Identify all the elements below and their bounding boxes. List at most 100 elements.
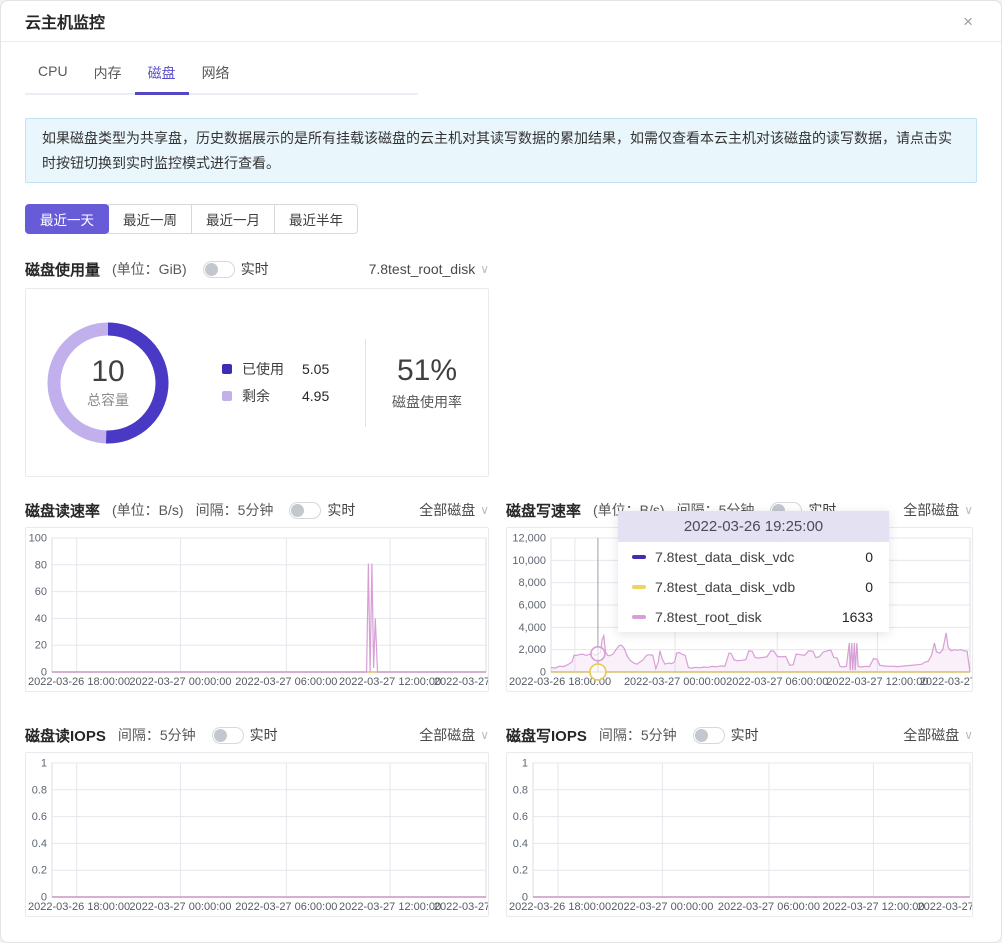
read-rate-chart-card: 0204060801002022-03-26 18:00:002022-03-2… — [25, 527, 489, 692]
svg-text:1: 1 — [522, 758, 528, 770]
disk-usage-card: 10 总容量 已使用 5.05 剩余 4.95 — [25, 288, 489, 477]
time-range-最近一天[interactable]: 最近一天 — [25, 204, 109, 234]
chevron-down-icon: ∨ — [480, 728, 489, 742]
series-marker — [632, 555, 646, 559]
svg-text:2022-03-27 12:00:00: 2022-03-27 12:00:00 — [822, 901, 924, 913]
svg-text:0.8: 0.8 — [513, 784, 528, 796]
realtime-label: 实时 — [241, 259, 269, 279]
svg-text:0.6: 0.6 — [513, 811, 528, 823]
realtime-toggle[interactable] — [203, 261, 235, 278]
svg-text:2022-03-27 1: 2022-03-27 1 — [434, 676, 488, 688]
svg-text:2,000: 2,000 — [518, 644, 546, 656]
svg-text:12,000: 12,000 — [512, 533, 546, 545]
read-rate-chart: 0204060801002022-03-26 18:00:002022-03-2… — [26, 528, 488, 691]
donut-total-label: 总容量 — [87, 390, 129, 410]
write-iops-chart-card: 00.20.40.60.812022-03-26 18:00:002022-03… — [506, 752, 973, 917]
svg-text:100: 100 — [29, 533, 47, 545]
disk-usage-title: 磁盘使用量 — [25, 259, 100, 280]
legend-free-row: 剩余 4.95 — [222, 386, 329, 406]
svg-text:2022-03-26 18:00:00: 2022-03-26 18:00:00 — [509, 901, 611, 913]
tooltip-row: 7.8test_root_disk1633 — [618, 602, 889, 632]
tab-磁盘[interactable]: 磁盘 — [135, 63, 189, 95]
disk-usage-donut: 10 总容量 — [42, 317, 174, 449]
time-range-最近一月[interactable]: 最近一月 — [191, 204, 275, 234]
svg-text:0.4: 0.4 — [513, 838, 528, 850]
time-range-最近一周[interactable]: 最近一周 — [108, 204, 192, 234]
disk-selector[interactable]: 全部磁盘 ∨ — [419, 500, 489, 520]
svg-text:20: 20 — [35, 640, 47, 652]
read-iops-chart: 00.20.40.60.812022-03-26 18:00:002022-03… — [26, 753, 488, 916]
disk-selector[interactable]: 全部磁盘 ∨ — [419, 725, 489, 745]
disk-usage-header: 磁盘使用量 (单位：GiB) 实时 7.8test_root_disk ∨ — [25, 258, 489, 280]
svg-text:2022-03-26 18:00:00: 2022-03-26 18:00:00 — [28, 901, 130, 913]
svg-text:80: 80 — [35, 559, 47, 571]
usage-percent-label: 磁盘使用率 — [366, 392, 488, 412]
svg-text:2022-03-27 00:00:00: 2022-03-27 00:00:00 — [611, 901, 713, 913]
svg-text:2022-03-27 1: 2022-03-27 1 — [434, 901, 488, 913]
tab-CPU[interactable]: CPU — [25, 63, 81, 95]
svg-text:2022-03-27 12:00:00: 2022-03-27 12:00:00 — [826, 676, 928, 688]
donut-total-value: 10 — [91, 355, 124, 388]
dialog-title: 云主机监控 — [25, 9, 105, 33]
svg-text:2022-03-27 12:00:00: 2022-03-27 12:00:00 — [339, 676, 441, 688]
svg-text:2022-03-27 00:00:00: 2022-03-27 00:00:00 — [129, 901, 231, 913]
time-range-最近半年[interactable]: 最近半年 — [274, 204, 358, 234]
svg-text:0.6: 0.6 — [32, 811, 47, 823]
toggle-knob — [205, 263, 218, 276]
dialog-header: 云主机监控 × — [1, 1, 1001, 42]
realtime-toggle[interactable] — [693, 727, 725, 744]
chart-tooltip: 2022-03-26 19:25:00 7.8test_data_disk_vd… — [618, 511, 889, 632]
chevron-down-icon: ∨ — [480, 503, 489, 517]
close-icon[interactable]: × — [959, 9, 977, 34]
write-iops-header: 磁盘写IOPS 间隔：5分钟 实时 全部磁盘 ∨ — [506, 724, 973, 746]
svg-text:2022-03-27 12:00:00: 2022-03-27 12:00:00 — [339, 901, 441, 913]
svg-text:2022-03-27 00:00:00: 2022-03-27 00:00:00 — [129, 676, 231, 688]
free-marker — [222, 391, 232, 401]
tab-内存[interactable]: 内存 — [81, 63, 135, 95]
svg-text:0.8: 0.8 — [32, 784, 47, 796]
tooltip-timestamp: 2022-03-26 19:25:00 — [618, 511, 889, 542]
used-marker — [222, 364, 232, 374]
disk-selector[interactable]: 7.8test_root_disk ∨ — [369, 261, 489, 277]
time-range-group: 最近一天最近一周最近一月最近半年 — [25, 204, 1001, 234]
legend-used-row: 已使用 5.05 — [222, 359, 329, 379]
monitor-tabs: CPU内存磁盘网络 — [25, 63, 418, 95]
shared-disk-info-banner: 如果磁盘类型为共享盘，历史数据展示的是所有挂载该磁盘的云主机对其读写数据的累加结… — [25, 118, 977, 183]
svg-text:6,000: 6,000 — [518, 600, 546, 612]
disk-selector[interactable]: 全部磁盘 ∨ — [903, 500, 973, 520]
series-marker — [632, 615, 646, 619]
svg-text:4,000: 4,000 — [518, 622, 546, 634]
chevron-down-icon: ∨ — [964, 503, 973, 517]
svg-text:60: 60 — [35, 586, 47, 598]
svg-text:1: 1 — [41, 758, 47, 770]
realtime-toggle[interactable] — [212, 727, 244, 744]
write-iops-chart: 00.20.40.60.812022-03-26 18:00:002022-03… — [507, 753, 972, 916]
read-iops-chart-card: 00.20.40.60.812022-03-26 18:00:002022-03… — [25, 752, 489, 917]
svg-text:2022-03-27 06:00:00: 2022-03-27 06:00:00 — [718, 901, 820, 913]
svg-text:0.4: 0.4 — [32, 838, 47, 850]
usage-percent-value: 51% — [366, 354, 488, 388]
tooltip-row: 7.8test_data_disk_vdb0 — [618, 572, 889, 602]
disk-selector[interactable]: 全部磁盘 ∨ — [903, 725, 973, 745]
svg-text:2022-03-27 1: 2022-03-27 1 — [918, 901, 972, 913]
svg-text:8,000: 8,000 — [518, 577, 546, 589]
svg-text:10,000: 10,000 — [512, 555, 546, 567]
svg-text:2022-03-27 06:00:00: 2022-03-27 06:00:00 — [235, 676, 337, 688]
read-rate-header: 磁盘读速率 (单位：B/s) 间隔：5分钟 实时 全部磁盘 ∨ — [25, 499, 489, 521]
svg-text:2022-03-27 06:00:00: 2022-03-27 06:00:00 — [726, 676, 828, 688]
cloud-host-monitor-dialog: 云主机监控 × CPU内存磁盘网络 如果磁盘类型为共享盘，历史数据展示的是所有挂… — [0, 0, 1002, 943]
chevron-down-icon: ∨ — [964, 728, 973, 742]
tooltip-row: 7.8test_data_disk_vdc0 — [618, 542, 889, 572]
svg-text:40: 40 — [35, 613, 47, 625]
usage-percent-block: 51% 磁盘使用率 — [366, 354, 488, 412]
disk-usage-unit: (单位：GiB) — [112, 259, 187, 279]
svg-text:0.2: 0.2 — [32, 865, 47, 877]
chevron-down-icon: ∨ — [480, 262, 489, 276]
svg-text:2022-03-27 1: 2022-03-27 1 — [920, 676, 972, 688]
realtime-toggle[interactable] — [289, 502, 321, 519]
svg-text:2022-03-27 06:00:00: 2022-03-27 06:00:00 — [235, 901, 337, 913]
svg-text:2022-03-27 00:00:00: 2022-03-27 00:00:00 — [624, 676, 726, 688]
tab-网络[interactable]: 网络 — [189, 63, 243, 95]
svg-text:2022-03-26 18:00:00: 2022-03-26 18:00:00 — [28, 676, 130, 688]
read-iops-header: 磁盘读IOPS 间隔：5分钟 实时 全部磁盘 ∨ — [25, 724, 489, 746]
